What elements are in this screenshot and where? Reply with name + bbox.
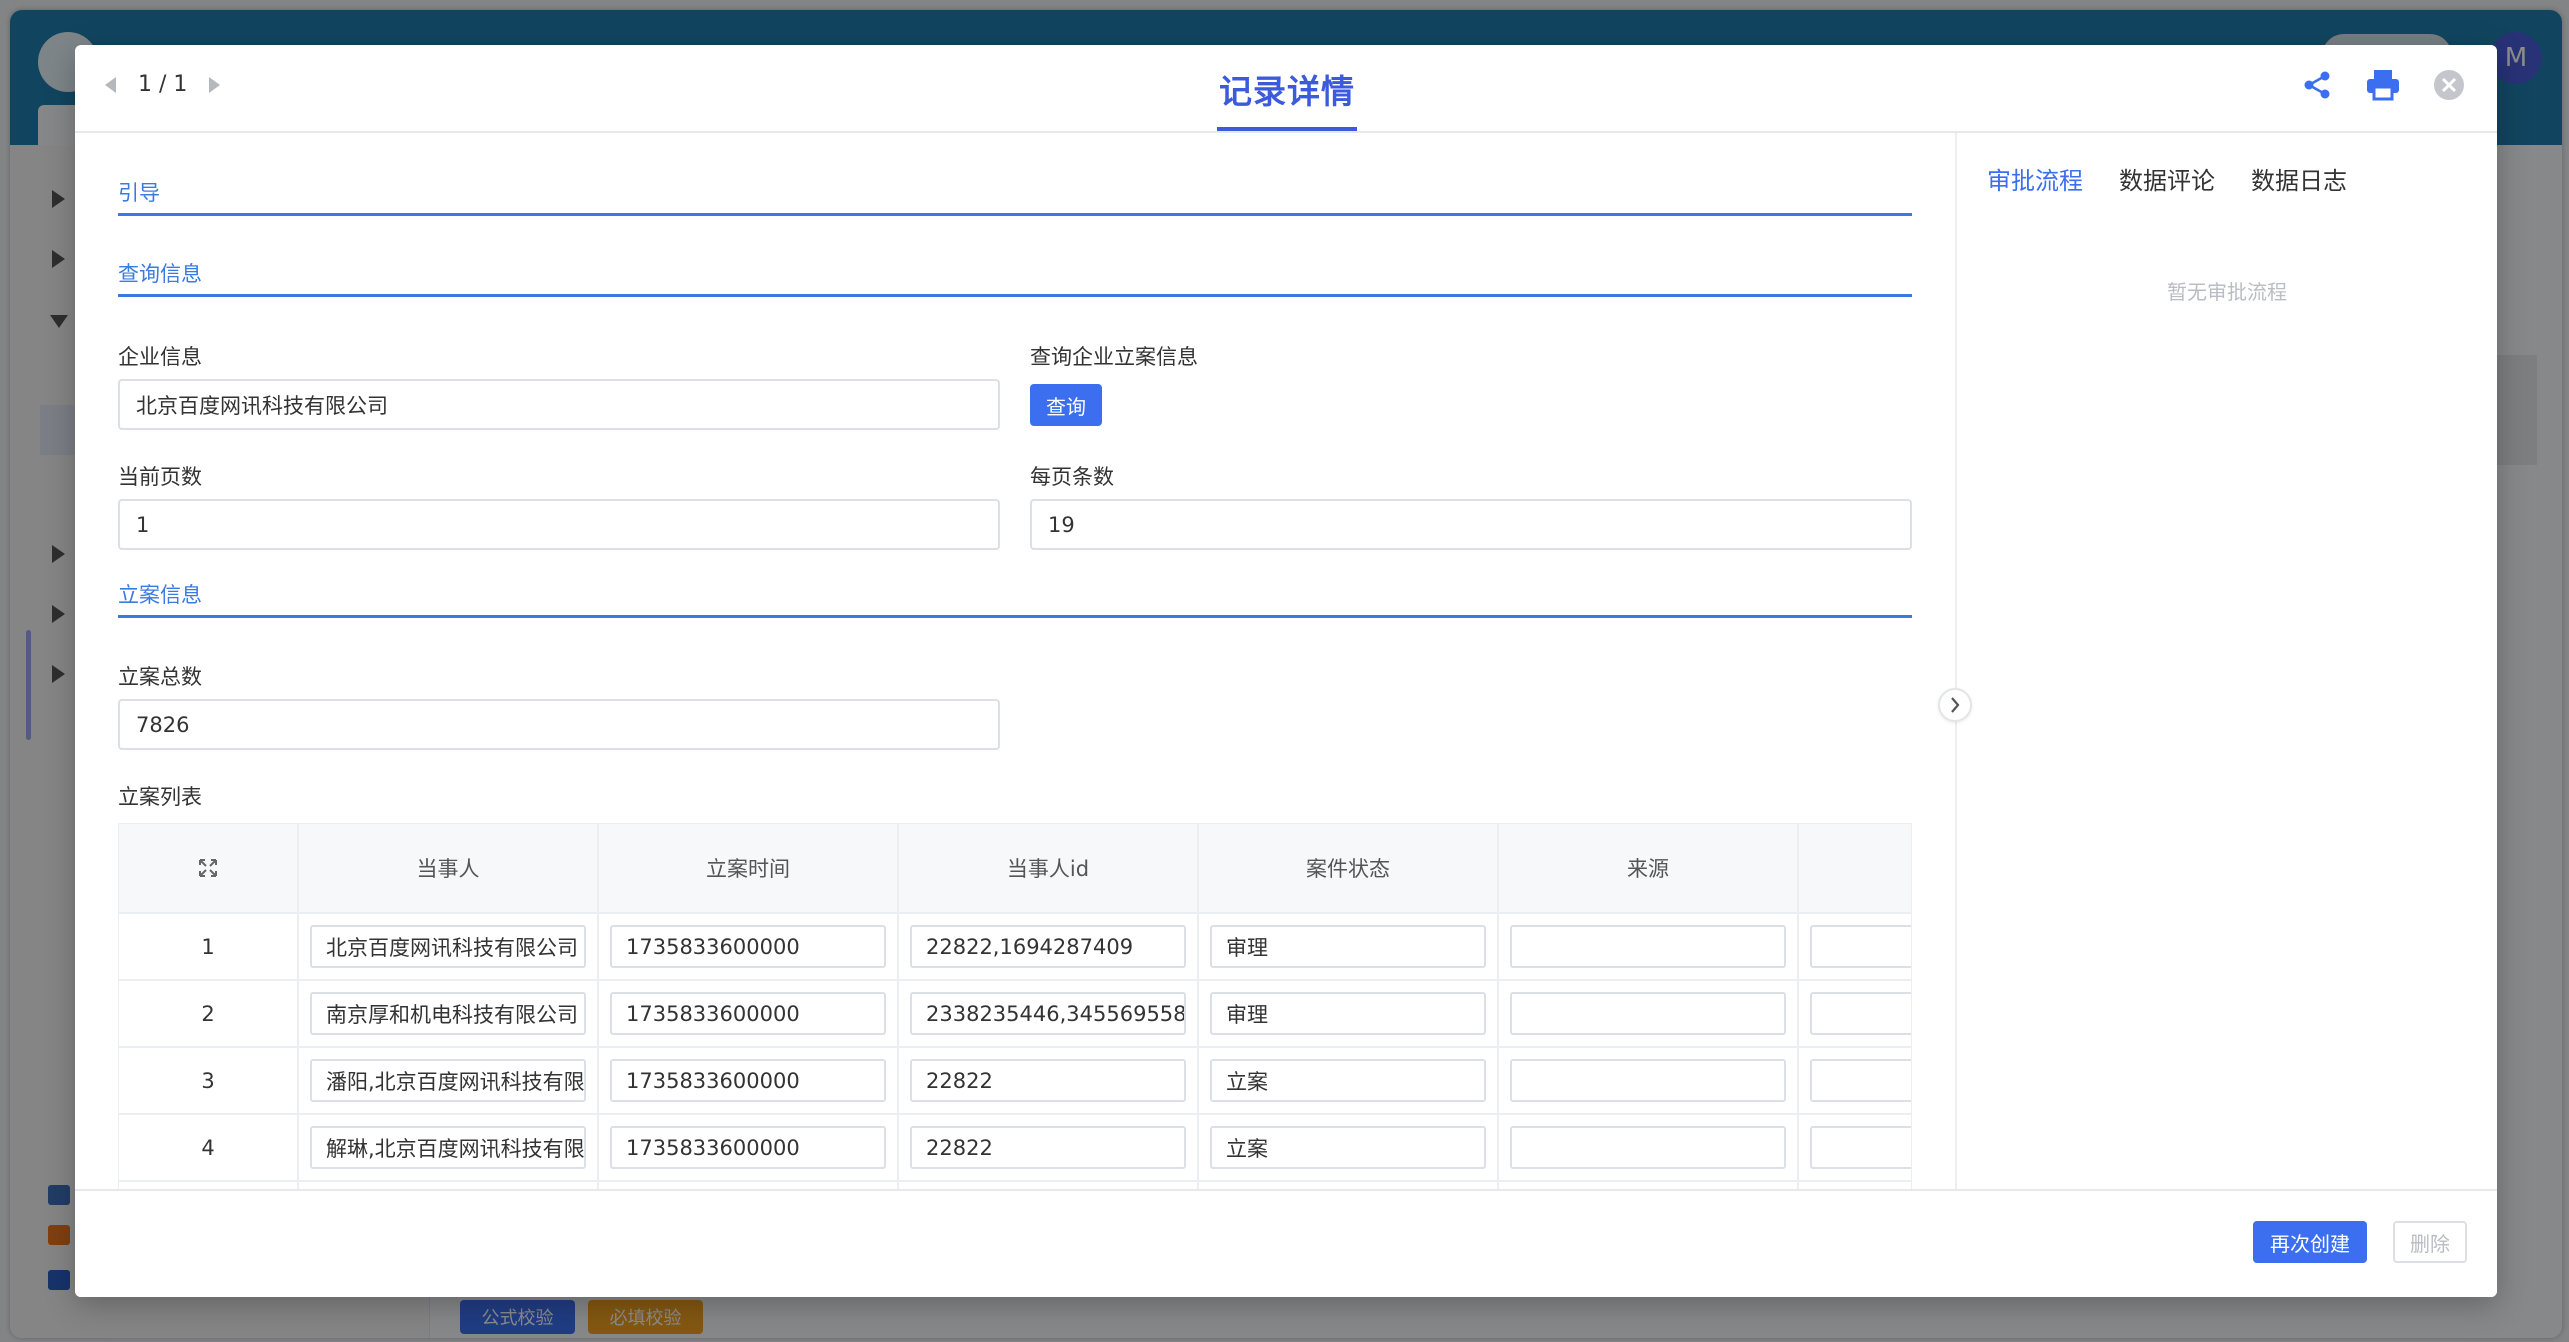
tab-data-log[interactable]: 数据日志 (2251, 161, 2347, 196)
source-cell[interactable] (1510, 925, 1786, 968)
status-cell[interactable]: 审理 (1210, 992, 1486, 1035)
source-cell[interactable] (1510, 992, 1786, 1035)
page-size-label: 每页条数 (1030, 465, 1114, 489)
table-header-row: 当事人 立案时间 当事人id 案件状态 来源 (119, 824, 1911, 914)
close-icon[interactable] (2431, 67, 2467, 103)
filing-total-field[interactable]: 7826 (118, 699, 1000, 750)
filing-list-label: 立案列表 (118, 785, 202, 809)
source-cell[interactable] (1510, 1126, 1786, 1169)
query-filing-label: 查询企业立案信息 (1030, 345, 1198, 369)
row-index: 1 (119, 914, 299, 979)
tab-approval-flow[interactable]: 审批流程 (1987, 161, 2083, 196)
section-filing-info: 立案信息 (118, 579, 1912, 618)
column-header-extra (1799, 824, 1911, 912)
pager-text: 1 / 1 (138, 72, 188, 97)
status-cell[interactable]: 立案 (1210, 1059, 1486, 1102)
column-header: 当事人 (299, 824, 599, 912)
table-row: 4 解琳,北京百度网讯科技有限公司 1735833600000 22822 立案 (119, 1115, 1911, 1182)
recreate-button[interactable]: 再次创建 (2253, 1221, 2367, 1263)
section-guide: 引导 (118, 177, 1912, 216)
extra-cell[interactable] (1810, 992, 1911, 1035)
page-size-field[interactable]: 19 (1030, 499, 1912, 550)
source-cell[interactable] (1510, 1059, 1786, 1102)
row-index: 2 (119, 981, 299, 1046)
row-index: 4 (119, 1115, 299, 1180)
modal-header: 1 / 1 记录详情 (75, 45, 2497, 133)
modal-title[interactable]: 记录详情 (1217, 65, 1357, 131)
record-form: 引导 查询信息 企业信息 北京百度网讯科技有限公司 查询企业立案信息 查询 当前… (75, 133, 1955, 1189)
filing-total-label: 立案总数 (118, 665, 202, 689)
table-row (119, 1182, 1911, 1189)
share-icon[interactable] (2299, 67, 2335, 103)
extra-cell[interactable] (1810, 925, 1911, 968)
extra-cell[interactable] (1810, 1059, 1911, 1102)
column-header: 当事人id (899, 824, 1199, 912)
record-pager: 1 / 1 (105, 72, 221, 97)
filing-table: 当事人 立案时间 当事人id 案件状态 来源 1 北京百度网讯科技有限公司 17… (118, 823, 1912, 1189)
time-cell[interactable]: 1735833600000 (610, 992, 886, 1035)
status-cell[interactable]: 审理 (1210, 925, 1486, 968)
modal-body: 引导 查询信息 企业信息 北京百度网讯科技有限公司 查询企业立案信息 查询 当前… (75, 133, 2497, 1189)
side-panel-tabs: 审批流程 数据评论 数据日志 (1987, 161, 2347, 196)
status-cell[interactable]: 立案 (1210, 1126, 1486, 1169)
table-row: 2 南京厚和机电科技有限公司 1735833600000 2338235446,… (119, 981, 1911, 1048)
table-row: 3 潘阳,北京百度网讯科技有限公司 1735833600000 22822 立案 (119, 1048, 1911, 1115)
chevron-right-icon (1951, 697, 1960, 713)
time-cell[interactable]: 1735833600000 (610, 1126, 886, 1169)
current-page-field[interactable]: 1 (118, 499, 1000, 550)
party-cell[interactable]: 南京厚和机电科技有限公司 (310, 992, 586, 1035)
company-label: 企业信息 (118, 345, 202, 369)
empty-state-text: 暂无审批流程 (2167, 280, 2287, 304)
party-cell[interactable]: 潘阳,北京百度网讯科技有限公司 (310, 1059, 586, 1102)
party-id-cell[interactable]: 22822 (910, 1126, 1186, 1169)
table-row: 1 北京百度网讯科技有限公司 1735833600000 22822,16942… (119, 914, 1911, 981)
print-icon[interactable] (2365, 67, 2401, 103)
record-detail-modal: 1 / 1 记录详情 引导 查询信息 企业信息 北京百度网讯科技有限公司 查询企… (75, 45, 2497, 1297)
side-panel: 审批流程 数据评论 数据日志 暂无审批流程 (1955, 133, 2497, 1189)
delete-button[interactable]: 删除 (2393, 1221, 2467, 1263)
extra-cell[interactable] (1810, 1126, 1911, 1169)
company-field[interactable]: 北京百度网讯科技有限公司 (118, 379, 1000, 430)
party-cell[interactable]: 解琳,北京百度网讯科技有限公司 (310, 1126, 586, 1169)
party-cell[interactable]: 北京百度网讯科技有限公司 (310, 925, 586, 968)
row-index: 3 (119, 1048, 299, 1113)
next-record-icon[interactable] (209, 76, 221, 93)
collapse-panel-button[interactable] (1938, 688, 1972, 722)
modal-footer: 再次创建 删除 (75, 1189, 2497, 1297)
prev-record-icon[interactable] (105, 76, 116, 93)
section-query-info: 查询信息 (118, 258, 1912, 297)
query-button[interactable]: 查询 (1030, 384, 1102, 426)
party-id-cell[interactable]: 2338235446,3455695584 (910, 992, 1186, 1035)
party-id-cell[interactable]: 22822,1694287409 (910, 925, 1186, 968)
column-header: 来源 (1499, 824, 1799, 912)
header-actions (2299, 67, 2467, 103)
time-cell[interactable]: 1735833600000 (610, 1059, 886, 1102)
current-page-label: 当前页数 (118, 465, 202, 489)
expand-table-icon[interactable] (119, 824, 299, 912)
column-header: 案件状态 (1199, 824, 1499, 912)
column-header: 立案时间 (599, 824, 899, 912)
time-cell[interactable]: 1735833600000 (610, 925, 886, 968)
tab-data-comments[interactable]: 数据评论 (2119, 161, 2215, 196)
party-id-cell[interactable]: 22822 (910, 1059, 1186, 1102)
